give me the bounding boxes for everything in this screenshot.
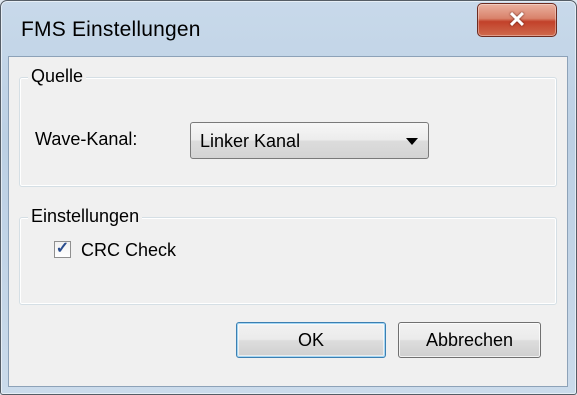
crc-check-label[interactable]: CRC Check (81, 240, 176, 261)
ok-button[interactable]: OK (236, 322, 386, 358)
close-button[interactable]: ✕ (477, 3, 557, 37)
dialog-body: Quelle Wave-Kanal: Linker Kanal Einstell… (8, 56, 568, 387)
wave-channel-value: Linker Kanal (200, 131, 301, 151)
window-title: FMS Einstellungen (21, 18, 201, 41)
chevron-down-icon (406, 138, 418, 145)
wave-channel-label: Wave-Kanal: (35, 129, 138, 149)
cancel-button[interactable]: Abbrechen (398, 322, 541, 358)
close-icon: ✕ (507, 7, 527, 32)
wave-channel-dropdown[interactable]: Linker Kanal (190, 122, 429, 159)
source-group-label: Quelle (28, 66, 87, 87)
checkmark-icon: ✓ (55, 240, 70, 257)
settings-group: Einstellungen (19, 206, 557, 305)
settings-group-label: Einstellungen (28, 206, 143, 227)
crc-check-checkbox[interactable]: ✓ (54, 240, 71, 258)
dialog-window: FMS Einstellungen ✕ Quelle Wave-Kanal: L… (0, 0, 577, 395)
